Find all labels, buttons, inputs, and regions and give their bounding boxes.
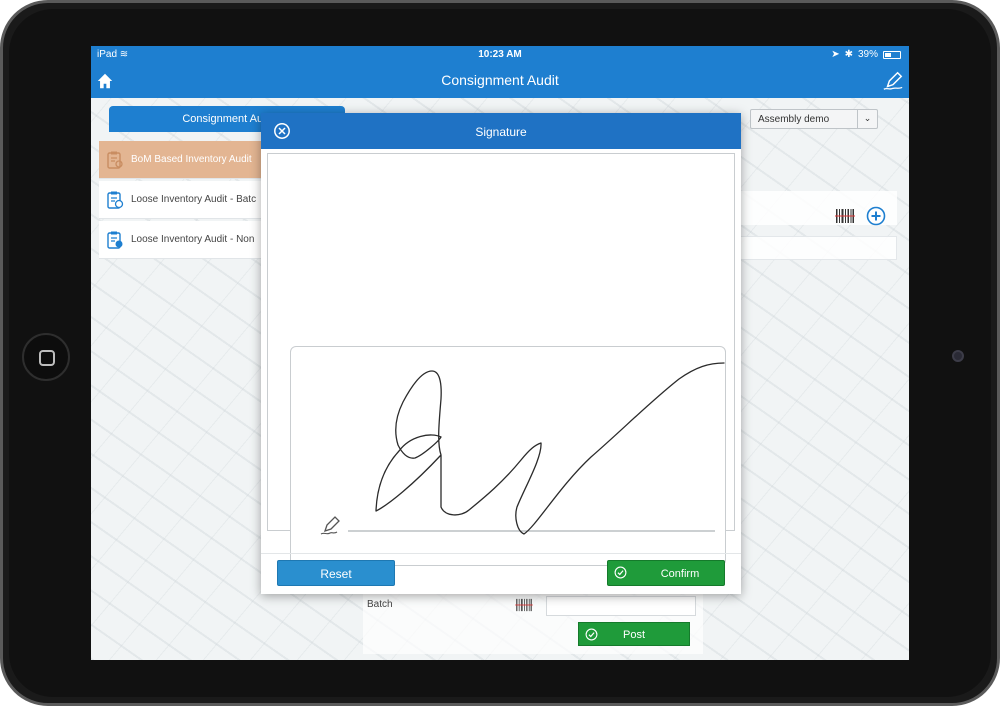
- bluetooth-icon: ✱: [844, 49, 853, 60]
- clipboard-check-icon: [107, 231, 123, 249]
- batch-input[interactable]: [546, 596, 696, 616]
- device-camera: [952, 350, 964, 362]
- edit-icon[interactable]: [882, 70, 904, 92]
- modal-title: Signature: [475, 125, 527, 139]
- pen-icon: [320, 516, 340, 535]
- post-button[interactable]: Post: [578, 622, 690, 646]
- scan-input[interactable]: [737, 236, 897, 260]
- status-bar: iPad ≋ 10:23 AM ➤ ✱ 39%: [91, 46, 909, 64]
- reset-button[interactable]: Reset: [277, 560, 395, 586]
- location-icon: ➤: [831, 49, 840, 60]
- modal-header: Signature: [261, 113, 741, 149]
- status-right: ➤ ✱ 39%: [831, 49, 901, 60]
- list-item-label: Loose Inventory Audit - Non: [131, 234, 255, 245]
- battery-percent: 39%: [857, 49, 878, 60]
- list-item-label: Loose Inventory Audit - Batc: [131, 194, 257, 205]
- confirm-button[interactable]: Confirm: [607, 560, 725, 586]
- clipboard-clock-icon: [107, 191, 124, 209]
- plus-icon[interactable]: [866, 206, 886, 226]
- signature-drawing: [320, 362, 725, 535]
- signature-frame: [267, 153, 735, 566]
- confirm-button-label: Confirm: [660, 568, 700, 580]
- assembly-dropdown[interactable]: Assembly demo ⌄: [750, 109, 878, 129]
- signature-pad[interactable]: [290, 346, 726, 566]
- barcode-icon[interactable]: [835, 208, 855, 224]
- post-button-label: Post: [622, 629, 645, 641]
- batch-label: Batch: [367, 599, 393, 610]
- assembly-dropdown-value: Assembly demo: [758, 114, 830, 125]
- screen: iPad ≋ 10:23 AM ➤ ✱ 39% Consignment Audi…: [91, 46, 909, 660]
- page-title: Consignment Audit: [441, 72, 559, 88]
- chevron-down-icon: ⌄: [857, 110, 877, 128]
- battery-icon: [883, 50, 901, 59]
- modal-divider: [261, 553, 741, 554]
- device-home-button[interactable]: [22, 333, 70, 381]
- list-item-label: BoM Based Inventory Audit: [131, 154, 252, 165]
- signature-modal: Signature Reset Confirm: [261, 113, 741, 594]
- status-time: 10:23 AM: [478, 49, 522, 60]
- batch-barcode-icon[interactable]: [515, 598, 533, 612]
- nav-bar: Consignment Audit: [91, 64, 909, 98]
- clipboard-search-icon: [107, 151, 123, 169]
